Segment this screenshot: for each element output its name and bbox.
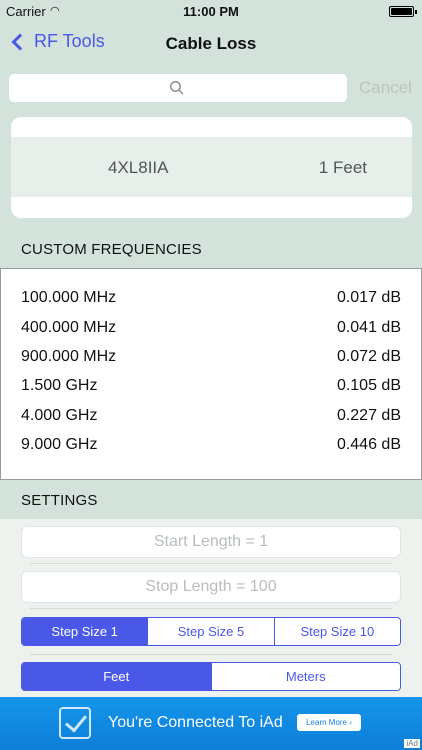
search-input[interactable] (9, 74, 347, 102)
settings-title: SETTINGS (21, 492, 98, 509)
frequency-value: 4.000 GHz (21, 407, 98, 424)
page-title: Cable Loss (165, 34, 257, 53)
step-size-1-option[interactable]: Step Size 1 (22, 618, 148, 645)
meters-option[interactable]: Meters (210, 663, 400, 690)
list-item: 100.000 MHz 0.017 dB (21, 289, 401, 319)
battery-icon (389, 6, 417, 17)
list-item: 1.500 GHz 0.105 dB (21, 377, 401, 407)
learn-more-button[interactable]: Learn More › (297, 714, 361, 731)
frequency-value: 1.500 GHz (21, 377, 98, 394)
divider (30, 608, 392, 609)
settings-panel: Start Length = 1 Stop Length = 100 Step … (0, 519, 422, 697)
custom-frequencies-header: CUSTOM FREQUENCIES (0, 230, 422, 268)
clock: 11:00 PM (183, 4, 239, 19)
selection-card: 4XL8IIA 1 Feet (11, 117, 412, 218)
step-size-10-option[interactable]: Step Size 10 (273, 618, 400, 645)
iad-label: iAd (404, 739, 420, 748)
step-size-control: Step Size 1 Step Size 5 Step Size 10 (21, 617, 401, 646)
divider (30, 563, 392, 564)
custom-frequencies-title: CUSTOM FREQUENCIES (21, 241, 202, 258)
loss-value: 0.041 dB (336, 319, 401, 336)
cable-length: 1 Feet (318, 158, 367, 177)
selection-area: 4XL8IIA 1 Feet (0, 110, 422, 230)
checkmark-icon (59, 707, 91, 739)
stop-length-field[interactable]: Stop Length = 100 (21, 571, 401, 603)
frequency-list: 100.000 MHz 0.017 dB 400.000 MHz 0.041 d… (0, 268, 422, 480)
cancel-button[interactable]: Cancel (359, 78, 412, 98)
list-item: 4.000 GHz 0.227 dB (21, 407, 401, 437)
cable-name: 4XL8IIA (108, 158, 169, 177)
feet-option[interactable]: Feet (22, 663, 211, 690)
frequency-value: 9.000 GHz (21, 436, 98, 453)
loss-value: 0.017 dB (336, 289, 401, 306)
loss-value: 0.446 dB (336, 436, 401, 453)
selected-cable-row[interactable]: 4XL8IIA 1 Feet (11, 137, 412, 197)
search-bar: Cancel (0, 66, 422, 110)
list-item: 400.000 MHz 0.041 dB (21, 319, 401, 349)
loss-value: 0.105 dB (336, 377, 401, 394)
iad-banner[interactable]: You're Connected To iAd Learn More › iAd (0, 697, 422, 750)
frequency-value: 400.000 MHz (21, 319, 117, 336)
navigation-bar: RF Tools Cable Loss (0, 22, 422, 66)
list-item: 900.000 MHz 0.072 dB (21, 348, 401, 378)
search-icon (169, 80, 184, 95)
frequency-value: 100.000 MHz (21, 289, 117, 306)
loss-value: 0.227 dB (336, 407, 401, 424)
ad-message: You're Connected To iAd (108, 714, 283, 731)
settings-header: SETTINGS (0, 481, 422, 519)
loss-value: 0.072 dB (336, 348, 401, 365)
start-length-field[interactable]: Start Length = 1 (21, 526, 401, 558)
list-item: 9.000 GHz 0.446 dB (21, 436, 401, 466)
status-bar: Carrier ◠ 11:00 PM (0, 0, 422, 22)
step-size-5-option[interactable]: Step Size 5 (147, 618, 274, 645)
unit-control: Feet Meters (21, 662, 401, 691)
divider (30, 654, 392, 655)
frequency-value: 900.000 MHz (21, 348, 117, 365)
